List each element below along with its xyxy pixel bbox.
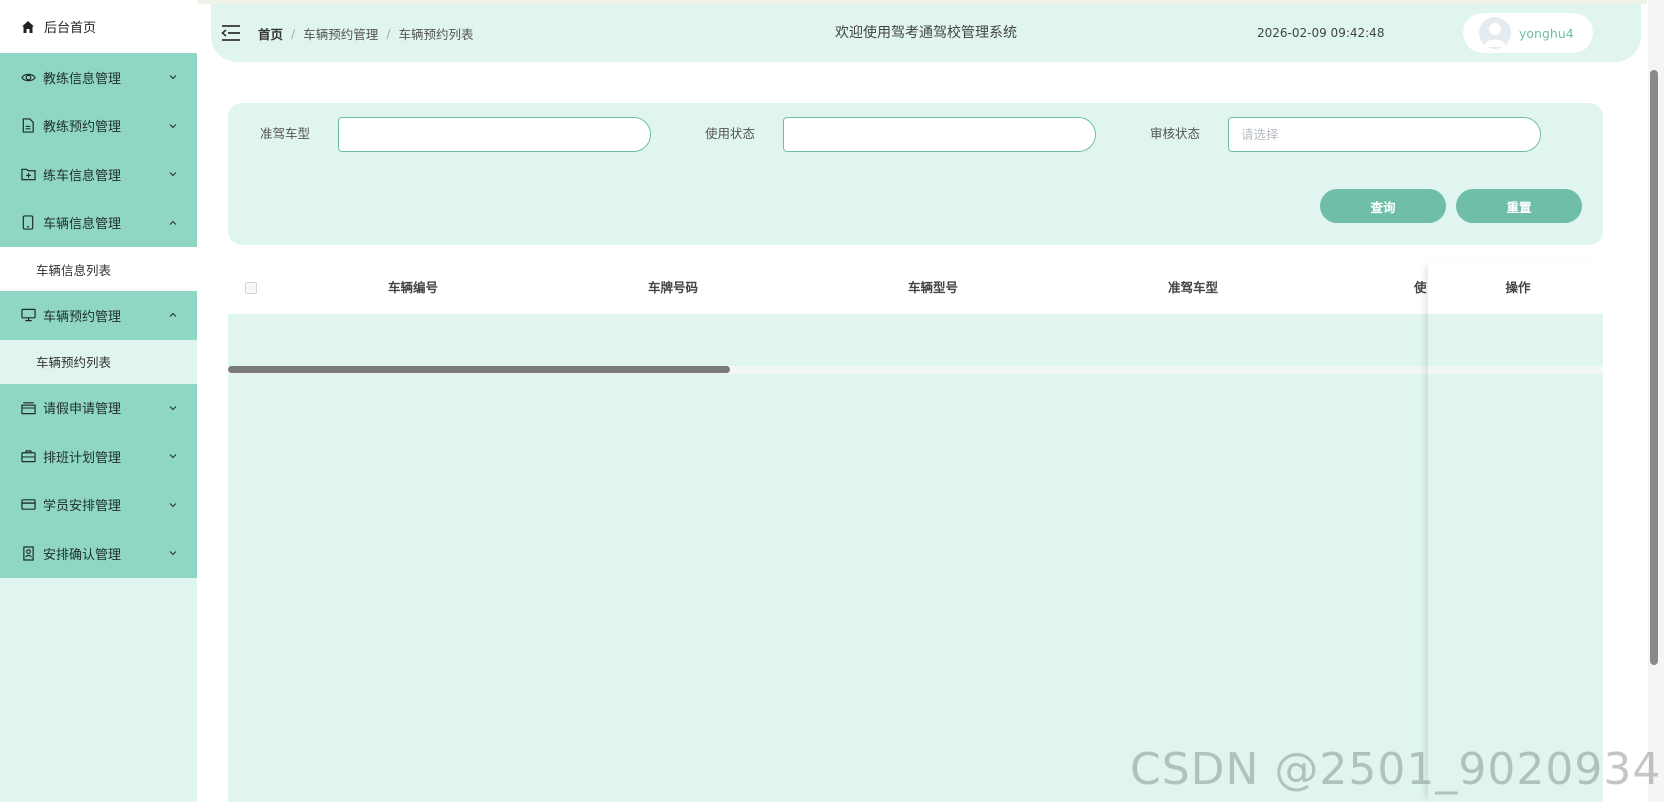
sidebar-item-label: 教练信息管理 bbox=[43, 71, 122, 87]
chevron-down-icon bbox=[167, 450, 179, 462]
badge-icon bbox=[20, 545, 36, 561]
sidebar-item-student-arrangement[interactable]: 学员安排管理 bbox=[0, 480, 197, 529]
menu-fold-icon[interactable] bbox=[221, 24, 241, 42]
vertical-scrollbar-thumb[interactable] bbox=[1650, 70, 1658, 665]
table-body bbox=[228, 314, 1603, 366]
sidebar-item-label: 学员安排管理 bbox=[43, 499, 122, 515]
license-type-input[interactable] bbox=[338, 117, 651, 152]
breadcrumb-item[interactable]: 车辆预约管理 bbox=[303, 24, 378, 43]
phone-icon bbox=[20, 215, 36, 231]
search-panel: 准驾车型 使用状态 审核状态 查询 重置 bbox=[228, 103, 1603, 245]
sidebar-item-schedule-plan[interactable]: 排班计划管理 bbox=[0, 432, 197, 481]
sidebar-home-label: 后台首页 bbox=[44, 21, 97, 36]
breadcrumb-separator: / bbox=[291, 25, 296, 41]
license-type-label: 准驾车型 bbox=[260, 126, 311, 141]
chevron-down-icon bbox=[167, 168, 179, 180]
page: 后台首页 教练信息管理 教练预约管理 练车信息管理 车辆信息管理 车辆信息列表 … bbox=[0, 0, 1664, 802]
eye-icon bbox=[20, 69, 36, 85]
usage-status-label: 使用状态 bbox=[705, 126, 756, 141]
horizontal-scrollbar-thumb[interactable] bbox=[228, 366, 730, 373]
sidebar-subitem-label: 车辆预约列表 bbox=[36, 355, 112, 370]
sidebar-subitem-vehicle-list[interactable]: 车辆信息列表 bbox=[0, 247, 197, 291]
breadcrumb-separator: / bbox=[386, 25, 391, 41]
data-table: 车辆编号 车牌号码 车辆型号 准驾车型 使 操作 bbox=[228, 262, 1603, 802]
monitor-icon bbox=[20, 307, 36, 323]
header: 首页 / 车辆预约管理 / 车辆预约列表 欢迎使用驾考通驾校管理系统 2026-… bbox=[211, 4, 1641, 62]
username: yonghu4 bbox=[1519, 25, 1574, 41]
chevron-up-icon bbox=[167, 217, 179, 229]
chevron-down-icon bbox=[167, 499, 179, 511]
document-icon bbox=[20, 118, 36, 134]
chevron-up-icon bbox=[167, 309, 179, 321]
breadcrumb: 首页 / 车辆预约管理 / 车辆预约列表 bbox=[258, 4, 473, 62]
sidebar-home[interactable]: 后台首页 bbox=[0, 0, 197, 53]
chevron-down-icon bbox=[167, 71, 179, 83]
review-status-label: 审核状态 bbox=[1150, 126, 1201, 141]
column-header[interactable]: 准驾车型 bbox=[1118, 262, 1268, 314]
chevron-down-icon bbox=[167, 547, 179, 559]
sidebar-item-label: 车辆信息管理 bbox=[43, 217, 122, 233]
box-icon bbox=[20, 400, 36, 416]
column-header[interactable]: 车牌号码 bbox=[598, 262, 748, 314]
card-icon bbox=[20, 497, 36, 513]
briefcase-icon bbox=[20, 448, 36, 464]
sidebar-item-label: 安排确认管理 bbox=[43, 547, 122, 563]
sidebar-item-label: 请假申请管理 bbox=[43, 402, 122, 418]
chevron-down-icon bbox=[167, 120, 179, 132]
sidebar-item-label: 教练预约管理 bbox=[43, 120, 122, 136]
watermark: CSDN @2501_90209342 bbox=[1130, 744, 1664, 795]
chevron-down-icon bbox=[167, 402, 179, 414]
home-icon bbox=[20, 19, 36, 35]
sidebar-subitem-label: 车辆信息列表 bbox=[36, 262, 112, 278]
user-menu[interactable]: yonghu4 bbox=[1463, 13, 1593, 53]
sidebar-item-label: 排班计划管理 bbox=[43, 450, 122, 466]
review-status-select[interactable] bbox=[1228, 117, 1541, 152]
usage-status-input[interactable] bbox=[783, 117, 1096, 152]
sidebar-item-vehicle-info[interactable]: 车辆信息管理 bbox=[0, 198, 197, 247]
breadcrumb-home[interactable]: 首页 bbox=[258, 24, 283, 43]
sidebar-item-label: 车辆预约管理 bbox=[43, 309, 122, 325]
sidebar-item-label: 练车信息管理 bbox=[43, 168, 122, 184]
column-header[interactable]: 车辆型号 bbox=[858, 262, 1008, 314]
query-button[interactable]: 查询 bbox=[1320, 189, 1446, 223]
sidebar-item-coach-info[interactable]: 教练信息管理 bbox=[0, 53, 197, 102]
select-all-checkbox[interactable] bbox=[245, 282, 257, 294]
breadcrumb-item: 车辆预约列表 bbox=[398, 26, 474, 42]
fixed-actions-column bbox=[1428, 262, 1603, 802]
current-datetime: 2026-02-09 09:42:48 bbox=[1257, 26, 1385, 40]
sidebar: 后台首页 教练信息管理 教练预约管理 练车信息管理 车辆信息管理 车辆信息列表 … bbox=[0, 0, 197, 802]
folder-add-icon bbox=[20, 166, 36, 182]
table-header: 车辆编号 车牌号码 车辆型号 准驾车型 使 操作 bbox=[228, 262, 1603, 314]
column-header[interactable]: 使 bbox=[1414, 262, 1428, 314]
sidebar-subitem-vehicle-booking-list[interactable]: 车辆预约列表 bbox=[0, 339, 197, 384]
sidebar-item-leave-request[interactable]: 请假申请管理 bbox=[0, 383, 197, 432]
reset-button[interactable]: 重置 bbox=[1456, 189, 1582, 223]
sidebar-item-coach-booking[interactable]: 教练预约管理 bbox=[0, 101, 197, 150]
avatar bbox=[1479, 17, 1511, 49]
column-header[interactable]: 车辆编号 bbox=[338, 262, 488, 314]
sidebar-item-vehicle-booking[interactable]: 车辆预约管理 bbox=[0, 291, 197, 340]
sidebar-item-practice-info[interactable]: 练车信息管理 bbox=[0, 150, 197, 199]
sidebar-item-arrangement-confirm[interactable]: 安排确认管理 bbox=[0, 529, 197, 578]
